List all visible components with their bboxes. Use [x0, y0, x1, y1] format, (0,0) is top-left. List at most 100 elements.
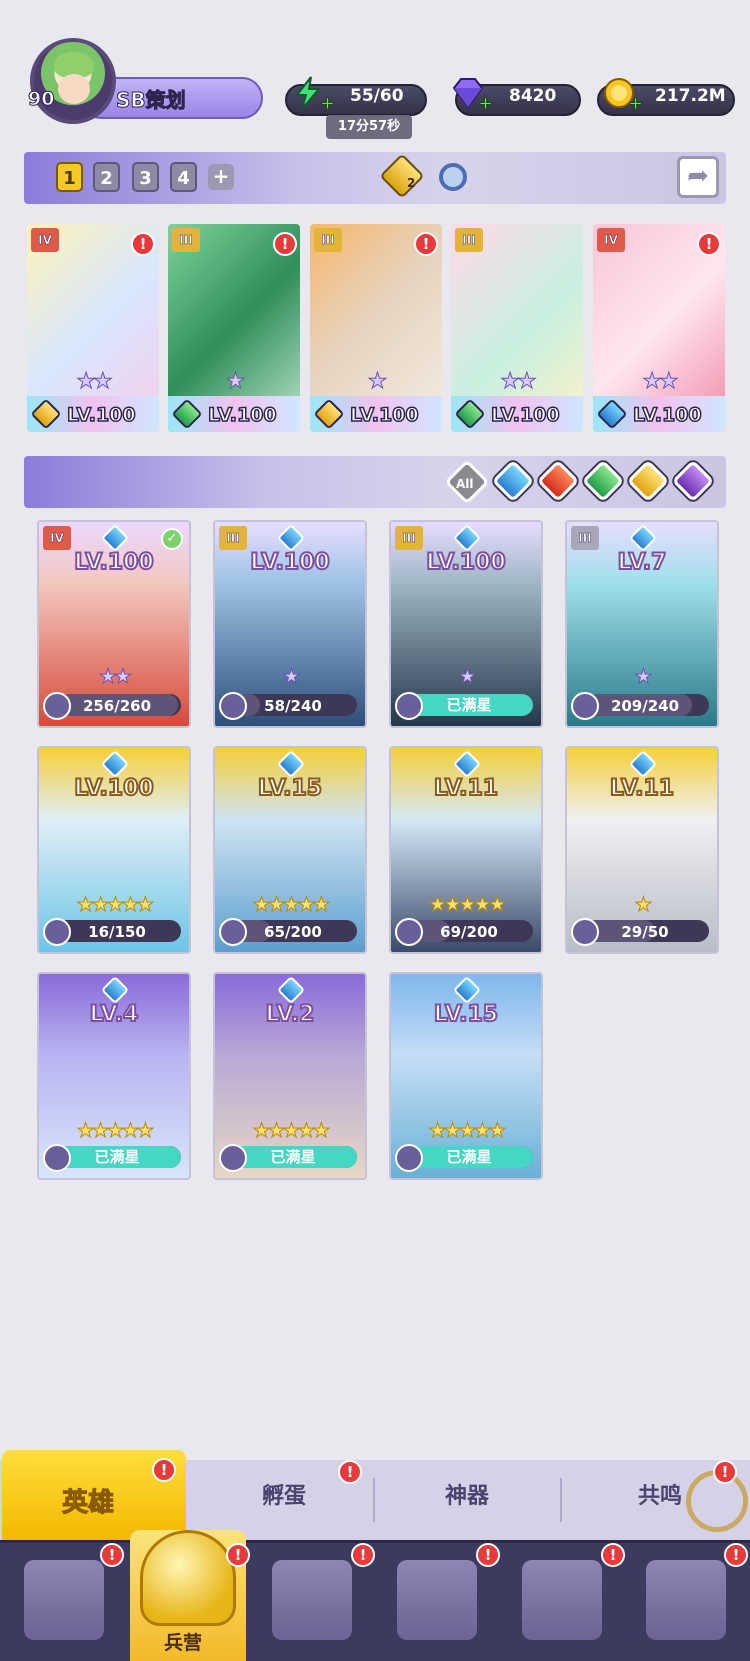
- nav-mushroom-icon[interactable]: [522, 1560, 602, 1640]
- alert-icon: !: [152, 1458, 176, 1482]
- filter-all-label: All: [456, 477, 474, 492]
- shard-progress-text: 58/240: [264, 697, 322, 715]
- rank-badge: IV: [43, 526, 71, 550]
- barracks-icon: [140, 1530, 236, 1626]
- energy-value: 55/60: [350, 86, 404, 106]
- hero-card-5[interactable]: LV.100 ★★★★★ 16/150: [37, 746, 191, 954]
- tab-hatch[interactable]: 孵蛋: [262, 1478, 306, 1510]
- alert-icon: !: [414, 232, 438, 256]
- star-rating: ★★: [76, 369, 113, 395]
- hero-level: LV.100: [249, 549, 330, 576]
- shard-progress-text: 65/200: [264, 923, 322, 941]
- star-rating: ★: [225, 369, 246, 395]
- team-gem-count: 2: [407, 176, 416, 190]
- team-slot-2[interactable]: 2: [93, 162, 120, 192]
- team-slot-1[interactable]: 1: [56, 162, 83, 192]
- star-rating: ★★★★★: [428, 892, 507, 917]
- alert-icon: !: [338, 1460, 362, 1484]
- hero-card-10[interactable]: LV.2 ★★★★★ 已满星: [213, 972, 367, 1180]
- rank-badge: III: [172, 228, 200, 252]
- star-rating: ★★★★★: [252, 1118, 331, 1143]
- star-rating: ★★: [500, 369, 537, 395]
- hero-level: LV.100: [66, 403, 136, 427]
- hero-card-2[interactable]: III LV.100 ★ 58/240: [213, 520, 367, 728]
- energy-plus-icon[interactable]: +: [320, 94, 336, 113]
- nav-guild-icon[interactable]: [646, 1560, 726, 1640]
- avatar-face: [58, 74, 90, 104]
- alert-icon: !: [713, 1460, 737, 1484]
- team-card-4[interactable]: III ★★ LV.100: [451, 224, 583, 432]
- shard-progress-text: 已满星: [446, 1148, 492, 1166]
- hero-card-1[interactable]: IV ✓ LV.100 ★★ 256/260: [37, 520, 191, 728]
- tab-artifact[interactable]: 神器: [445, 1478, 489, 1510]
- player-name: SB策划: [116, 88, 187, 113]
- team-bar: [24, 152, 726, 204]
- hero-card-6[interactable]: LV.15 ★★★★★ 65/200: [213, 746, 367, 954]
- shard-progress-text: 256/260: [82, 697, 152, 715]
- hero-card-7[interactable]: LV.11 ★★★★★ 69/200: [389, 746, 543, 954]
- nav-barracks-label: 兵营: [164, 1632, 203, 1654]
- hero-level: LV.15: [257, 775, 323, 802]
- hero-level: LV.100: [490, 403, 560, 427]
- hero-level: LV.11: [609, 775, 675, 802]
- player-level: 90: [28, 88, 55, 111]
- team-slot-4[interactable]: 4: [170, 162, 197, 192]
- hero-level: LV.100: [632, 403, 702, 427]
- shard-progress-text: 已满星: [270, 1148, 316, 1166]
- star-rating: ★: [282, 664, 301, 689]
- nav-map-icon[interactable]: [272, 1560, 352, 1640]
- hero-card-9[interactable]: LV.4 ★★★★★ 已满星: [37, 972, 191, 1180]
- nav-castle-icon[interactable]: [397, 1560, 477, 1640]
- hero-card-8[interactable]: LV.11 ★ 29/50: [565, 746, 719, 954]
- hero-level: LV.100: [207, 403, 277, 427]
- nav-cards-icon[interactable]: [24, 1560, 104, 1640]
- rank-badge: III: [455, 228, 483, 252]
- alert-icon: !: [131, 232, 155, 256]
- hero-card-11[interactable]: LV.15 ★★★★★ 已满星: [389, 972, 543, 1180]
- tab-resonance[interactable]: 共鸣: [638, 1478, 682, 1510]
- gem-plus-icon[interactable]: +: [478, 94, 494, 113]
- shard-progress-text: 16/150: [88, 923, 146, 941]
- hero-level: LV.11: [433, 775, 499, 802]
- alert-icon: !: [351, 1543, 375, 1567]
- rank-badge: III: [219, 526, 247, 550]
- shard-progress-text: 已满星: [94, 1148, 140, 1166]
- alert-icon: !: [273, 232, 297, 256]
- star-rating: ★★: [642, 369, 679, 395]
- tab-separator: [560, 1478, 562, 1522]
- tab-separator: [373, 1478, 375, 1522]
- hero-level: LV.100: [349, 403, 419, 427]
- team-slot-3[interactable]: 3: [132, 162, 159, 192]
- alert-icon: !: [724, 1543, 748, 1567]
- hero-card-4[interactable]: III LV.7 ★ 209/240: [565, 520, 719, 728]
- gem-value: 8420: [509, 86, 557, 106]
- star-rating: ★★★★★: [76, 1118, 155, 1143]
- star-rating: ★: [367, 369, 388, 395]
- star-rating: ★★★★★: [252, 892, 331, 917]
- hero-level: LV.100: [73, 775, 154, 802]
- alert-icon: !: [100, 1543, 124, 1567]
- star-rating: ★: [458, 664, 477, 689]
- shard-progress-text: 29/50: [621, 923, 669, 941]
- alert-icon: !: [697, 232, 721, 256]
- hero-level: LV.100: [73, 549, 154, 576]
- hero-level: LV.15: [433, 1001, 499, 1028]
- star-rating: ★★: [99, 664, 133, 689]
- rank-badge: III: [571, 526, 599, 550]
- rank-badge: IV: [597, 228, 625, 252]
- tab-hero-label: 英雄: [61, 1488, 115, 1519]
- star-rating: ★: [634, 664, 653, 689]
- hero-card-3[interactable]: III LV.100 ★ 已满星: [389, 520, 543, 728]
- hero-level: LV.4: [89, 1001, 140, 1028]
- alert-icon: !: [601, 1543, 625, 1567]
- rank-badge: III: [395, 526, 423, 550]
- check-icon: ✓: [161, 528, 183, 550]
- shard-progress-text: 69/200: [440, 923, 498, 941]
- rank-badge: III: [314, 228, 342, 252]
- alert-icon: !: [476, 1543, 500, 1567]
- rank-badge: IV: [31, 228, 59, 252]
- search-icon[interactable]: [439, 163, 467, 191]
- gold-plus-icon[interactable]: +: [628, 94, 644, 113]
- add-team-button[interactable]: +: [208, 164, 234, 190]
- share-icon[interactable]: ➦: [677, 156, 719, 198]
